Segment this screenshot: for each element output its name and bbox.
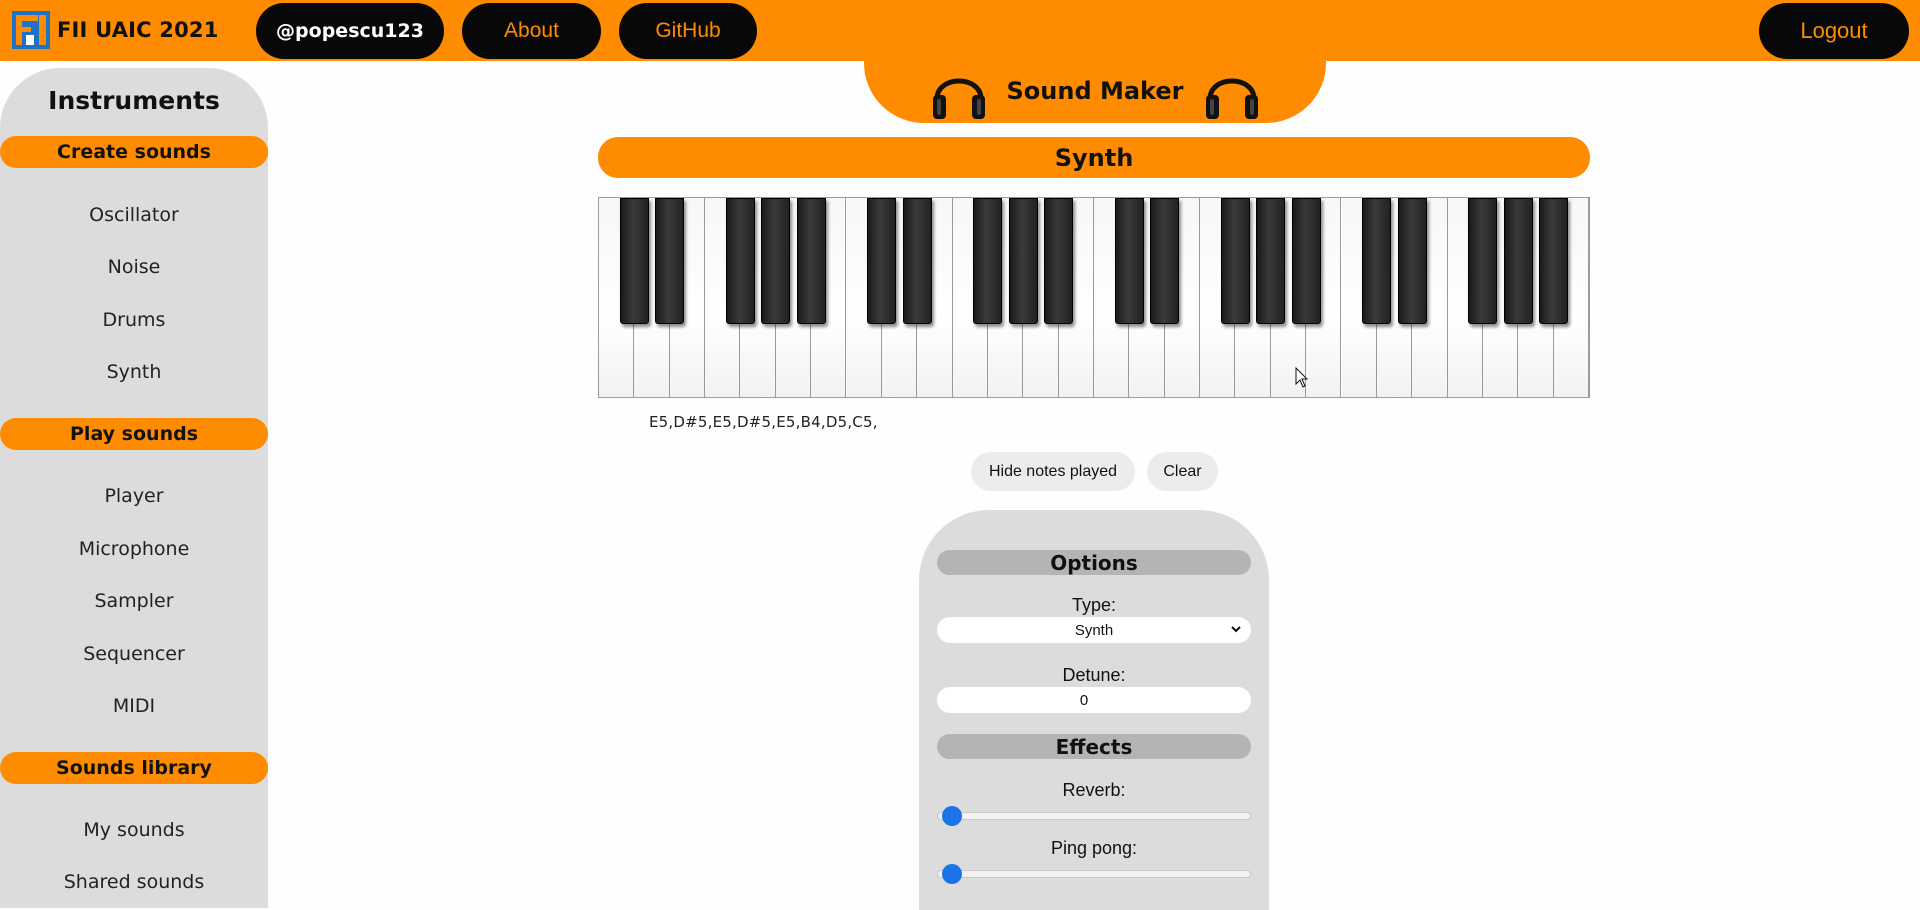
sidebar-item-drums[interactable]: Drums	[0, 305, 268, 335]
section-create-sounds: Create sounds	[0, 136, 268, 168]
black-key-a-sharp5[interactable]	[1291, 198, 1321, 324]
type-select-value: Synth	[1074, 621, 1114, 639]
options-panel: Options Type: Synth Detune: 0 Effects Re…	[919, 510, 1269, 910]
section-play-sounds: Play sounds	[0, 418, 268, 450]
detune-input[interactable]: 0	[937, 687, 1251, 713]
brand[interactable]: FII UAIC 2021	[12, 10, 219, 50]
reverb-slider[interactable]	[937, 806, 1251, 826]
black-key-c-sharp6[interactable]	[1362, 198, 1392, 324]
top-navbar: FII UAIC 2021 @popescu123 About GitHub L…	[0, 0, 1920, 61]
sidebar-item-microphone[interactable]: Microphone	[0, 534, 268, 564]
pingpong-slider-thumb[interactable]	[942, 864, 962, 884]
sidebar-item-shared-sounds[interactable]: Shared sounds	[0, 867, 268, 897]
sidebar-item-player[interactable]: Player	[0, 481, 268, 511]
mouse-cursor-icon	[1295, 367, 1309, 388]
app-header: Sound Maker	[864, 58, 1326, 123]
black-key-a-sharp6[interactable]	[1539, 198, 1569, 324]
black-key-a-sharp3[interactable]	[796, 198, 826, 324]
sidebar-item-noise[interactable]: Noise	[0, 252, 268, 282]
headphones-icon	[1205, 78, 1258, 119]
black-key-f-sharp3[interactable]	[725, 198, 755, 324]
clear-button[interactable]: Clear	[1147, 452, 1218, 491]
detune-label: Detune:	[1062, 665, 1126, 685]
brand-title: FII UAIC 2021	[57, 18, 219, 42]
black-key-f-sharp5[interactable]	[1220, 198, 1250, 324]
effects-heading: Effects	[937, 734, 1251, 759]
black-key-d-sharp4[interactable]	[902, 198, 932, 324]
black-key-g-sharp5[interactable]	[1256, 198, 1286, 324]
sidebar-item-oscillator[interactable]: Oscillator	[0, 200, 268, 230]
notes-played: E5,D#5,E5,D#5,E5,B4,D5,C5,	[649, 413, 878, 431]
instrument-title: Synth	[598, 137, 1590, 178]
user-profile-button[interactable]: @popescu123	[256, 3, 444, 59]
black-key-d-sharp5[interactable]	[1150, 198, 1180, 324]
sidebar-item-synth[interactable]: Synth	[0, 357, 268, 387]
black-key-d-sharp3[interactable]	[655, 198, 685, 324]
about-link[interactable]: About	[462, 3, 601, 59]
instruments-sidebar: Instruments Create sounds Oscillator Noi…	[0, 68, 268, 908]
type-label: Type:	[1071, 595, 1117, 615]
logout-button[interactable]: Logout	[1759, 3, 1909, 59]
sidebar-item-sequencer[interactable]: Sequencer	[0, 639, 268, 669]
black-key-d-sharp6[interactable]	[1397, 198, 1427, 324]
sidebar-title: Instruments	[48, 86, 220, 115]
type-select[interactable]: Synth	[937, 617, 1251, 643]
github-link[interactable]: GitHub	[619, 3, 757, 59]
section-sounds-library: Sounds library	[0, 752, 268, 784]
chevron-down-icon	[1231, 626, 1241, 633]
black-key-g-sharp4[interactable]	[1008, 198, 1038, 324]
reverb-label: Reverb:	[1062, 780, 1126, 800]
pingpong-label: Ping pong:	[1050, 838, 1138, 858]
black-key-f-sharp6[interactable]	[1468, 198, 1498, 324]
reverb-slider-thumb[interactable]	[942, 806, 962, 826]
black-key-c-sharp5[interactable]	[1114, 198, 1144, 324]
pingpong-slider[interactable]	[937, 864, 1251, 884]
black-key-a-sharp4[interactable]	[1044, 198, 1074, 324]
sidebar-item-my-sounds[interactable]: My sounds	[0, 815, 268, 845]
app-title: Sound Maker	[1006, 76, 1184, 105]
sidebar-item-midi[interactable]: MIDI	[0, 691, 268, 721]
black-key-f-sharp4[interactable]	[973, 198, 1003, 324]
hide-notes-button[interactable]: Hide notes played	[971, 452, 1135, 491]
sidebar-item-sampler[interactable]: Sampler	[0, 586, 268, 616]
headphones-icon	[932, 78, 985, 119]
black-key-g-sharp6[interactable]	[1503, 198, 1533, 324]
options-heading: Options	[937, 550, 1251, 575]
black-key-g-sharp3[interactable]	[761, 198, 791, 324]
fii-logo-icon	[12, 11, 50, 49]
black-key-c-sharp4[interactable]	[867, 198, 897, 324]
black-key-c-sharp3[interactable]	[619, 198, 649, 324]
piano-keyboard[interactable]	[598, 197, 1590, 398]
